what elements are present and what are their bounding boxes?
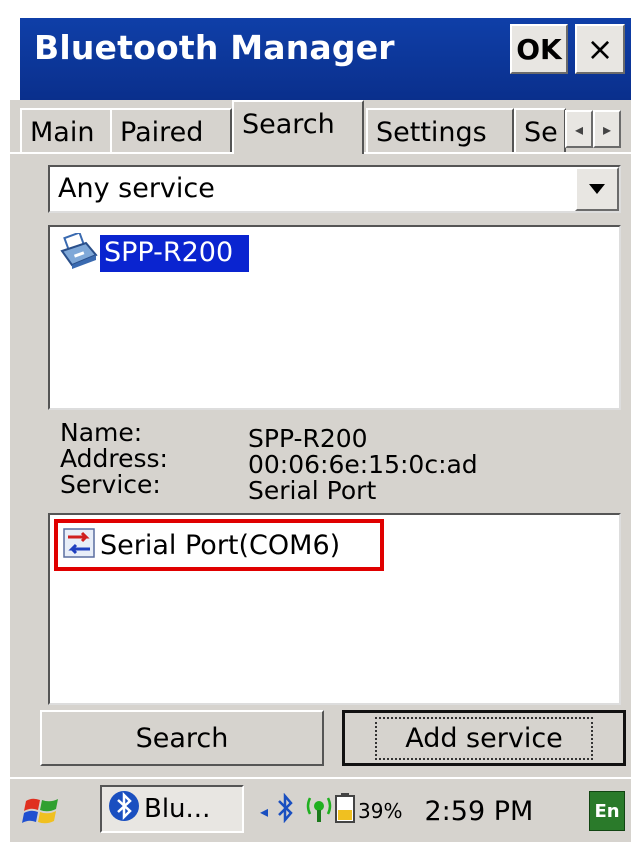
add-service-button[interactable]: Add service: [342, 710, 626, 766]
tab-scroll-right-icon[interactable]: ▸: [593, 110, 621, 148]
tab-search[interactable]: Search: [232, 100, 364, 154]
device-screen: Bluetooth Manager OK × Main Paired Searc…: [10, 0, 631, 842]
chevron-down-icon[interactable]: [575, 167, 619, 211]
service-item-label: Serial Port(COM6): [100, 529, 341, 561]
tab-truncated[interactable]: Se: [514, 108, 566, 152]
service-filter-select[interactable]: Any service: [48, 165, 621, 213]
taskbar-app-button[interactable]: Blu...: [100, 785, 244, 833]
service-value: Serial Port: [248, 476, 377, 505]
signal-icon[interactable]: [304, 793, 334, 830]
device-name: SPP-R200: [100, 234, 250, 272]
service-item[interactable]: Serial Port(COM6): [54, 519, 384, 571]
name-label: Name:: [60, 418, 143, 447]
address-label: Address:: [60, 444, 168, 473]
service-label: Service:: [60, 470, 161, 499]
windows-start-icon[interactable]: [22, 793, 62, 833]
service-list[interactable]: Serial Port(COM6): [48, 513, 621, 705]
taskbar-app-label: Blu...: [144, 794, 211, 824]
add-service-label: Add service: [375, 716, 593, 760]
tray-back-icon[interactable]: ◂: [260, 802, 268, 821]
tab-paired[interactable]: Paired: [110, 108, 232, 152]
input-language-icon[interactable]: En: [589, 791, 625, 831]
serial-port-icon: [62, 527, 96, 563]
search-button[interactable]: Search: [40, 710, 324, 766]
battery-percent: 39%: [358, 799, 403, 823]
tab-main[interactable]: Main: [20, 108, 112, 152]
bluetooth-icon: [108, 790, 140, 829]
name-value: SPP-R200: [248, 424, 368, 453]
taskbar: Blu... ◂ 39% 2:59 PM En: [10, 777, 631, 842]
tab-settings[interactable]: Settings: [366, 108, 514, 152]
ok-button[interactable]: OK: [510, 24, 568, 74]
device-list[interactable]: SPP-R200: [48, 225, 621, 410]
address-value: 00:06:6e:15:0c:ad: [248, 450, 478, 479]
tray-bluetooth-icon[interactable]: [276, 792, 294, 830]
battery-icon[interactable]: [334, 792, 356, 831]
system-tray: ◂ 39% 2:59 PM: [260, 789, 533, 833]
title-bar: Bluetooth Manager OK ×: [10, 0, 631, 100]
service-filter-value: Any service: [58, 173, 215, 204]
tab-scroll-left-icon[interactable]: ◂: [565, 110, 593, 148]
tab-strip: Main Paired Search Settings Se ◂ ▸: [10, 100, 631, 154]
clock[interactable]: 2:59 PM: [424, 796, 533, 827]
window-title: Bluetooth Manager: [34, 28, 395, 67]
printer-icon: [60, 231, 98, 273]
device-item[interactable]: SPP-R200: [60, 231, 250, 273]
tab-scroll-buttons: ◂ ▸: [565, 110, 623, 148]
close-button[interactable]: ×: [575, 24, 625, 74]
